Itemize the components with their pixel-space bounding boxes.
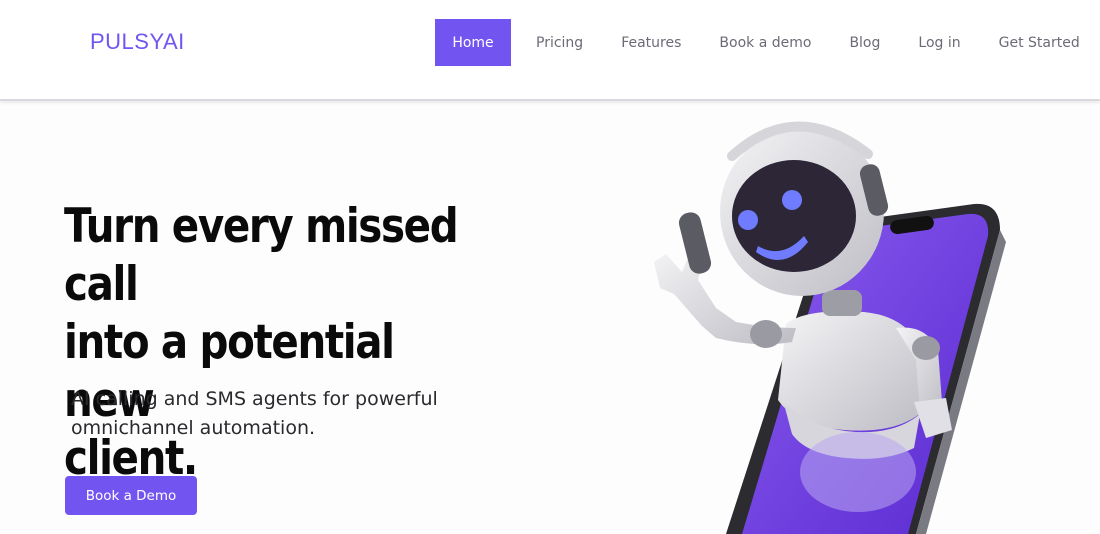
nav-book-demo[interactable]: Book a demo <box>719 19 811 66</box>
book-demo-button[interactable]: Book a Demo <box>65 476 197 515</box>
nav-login[interactable]: Log in <box>918 19 960 66</box>
main-nav: Home Pricing Features Book a demo Blog L… <box>435 19 1080 66</box>
hero-headline: Turn every missed call into a potential … <box>64 198 468 488</box>
hero-subtext: AI calling and SMS agents for powerful o… <box>71 385 491 443</box>
nav-features[interactable]: Features <box>621 19 681 66</box>
hero-headline-line: Turn every missed call <box>64 199 459 312</box>
nav-pricing[interactable]: Pricing <box>536 19 583 66</box>
nav-blog[interactable]: Blog <box>849 19 880 66</box>
nav-get-started[interactable]: Get Started <box>999 19 1080 66</box>
hero-subtext-line: AI calling and SMS agents for powerful <box>71 388 438 410</box>
nav-home[interactable]: Home <box>435 19 511 66</box>
site-header: PULSYAI Home Pricing Features Book a dem… <box>0 0 1100 101</box>
hero-subtext-line: omnichannel automation. <box>71 417 316 439</box>
logo[interactable]: PULSYAI <box>90 29 185 55</box>
robot-phone-illustration <box>654 121 1006 534</box>
